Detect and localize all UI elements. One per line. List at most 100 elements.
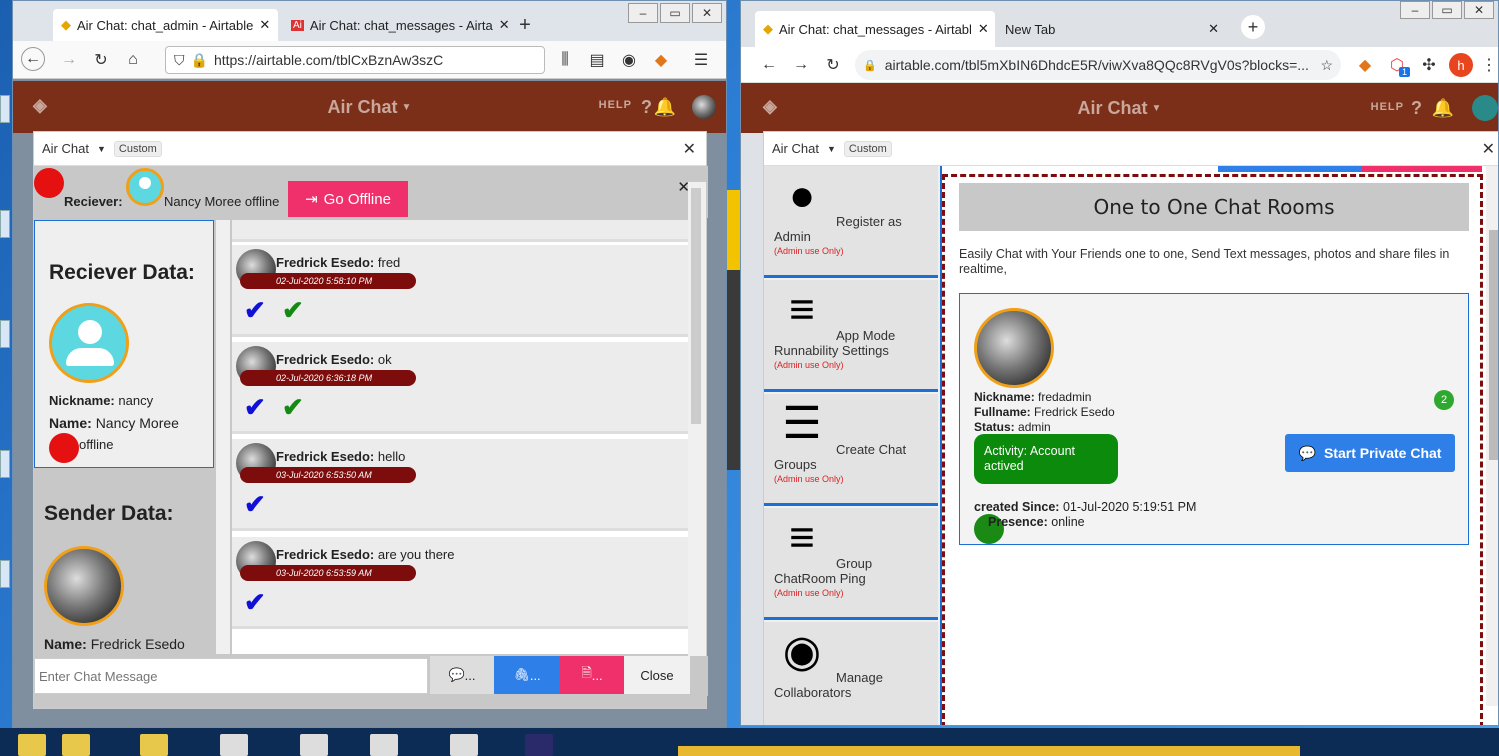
attach-button[interactable]: 🖇... [494,656,560,694]
right-scrollbar[interactable] [688,182,706,658]
left-block-panel: Air Chat ▼ Custom ✕ Reciever: Nancy More… [33,131,708,709]
scrollbar-thumb[interactable] [1489,230,1498,460]
close-block-icon[interactable]: ✕ [1482,139,1495,159]
new-tab-icon[interactable]: + [1241,15,1265,39]
help-link[interactable]: HELP [1371,101,1404,113]
base-title[interactable]: Air Chat [328,97,398,118]
taskbar-folder-icon[interactable] [62,734,90,756]
base-title[interactable]: Air Chat [1078,98,1148,119]
help-link[interactable]: HELP [599,99,632,111]
metamask-icon[interactable]: ◆ [649,48,673,72]
maximize-icon[interactable]: ▭ [660,3,690,23]
send-file-button[interactable]: 🗎... [560,656,624,694]
menu-icon[interactable]: ☰ [689,48,713,72]
taskbar-file-icon[interactable] [370,734,398,756]
address-bar[interactable]: ⛉ 🔒 https://airtable.com/tblCxBznAw3szC [165,46,545,74]
user-avatar[interactable] [1472,95,1498,121]
block-header: Air Chat ▼ Custom ✕ [34,132,706,166]
close-window-icon[interactable]: ✕ [1464,1,1494,19]
desktop-icon[interactable] [0,450,10,478]
address-bar[interactable]: 🔒 airtable.com/tbl5mXbIN6DhdcE5R/viwXva8… [855,50,1341,80]
close-tab-icon[interactable]: ✕ [499,17,508,33]
reload-icon[interactable]: ↻ [89,48,113,72]
comment-icon: 💬 [448,667,465,682]
close-window-icon[interactable]: ✕ [692,3,722,23]
sidebar-item[interactable]: ◉ Manage Collaborators [764,622,938,725]
scrollbar-thumb[interactable] [691,188,701,424]
account-icon[interactable]: ◉ [617,48,641,72]
tab-label: Air Chat: chat_admin - Airtable [77,17,254,33]
tab-chat-messages-active[interactable]: ◆ Air Chat: chat_messages - Airtabl ✕ [755,11,995,47]
kebab-menu-icon[interactable]: ⋮ [1477,53,1498,77]
close-tab-icon[interactable]: ✕ [978,21,989,37]
back-icon[interactable]: ← [757,53,781,77]
logout-icon: ⇥ [305,191,318,208]
chevron-down-icon: ▼ [96,143,106,154]
block-name[interactable]: Air Chat [772,141,819,156]
reload-icon[interactable]: ↻ [821,53,845,77]
message-row: Fredrick Esedo: hello 03-Jul-2020 6:53:50… [232,439,688,531]
taskbar-file-icon[interactable] [450,734,478,756]
tab-chat-messages[interactable]: Ai Air Chat: chat_messages - Airta ✕ [283,9,508,41]
block-name[interactable]: Air Chat [42,141,89,156]
user-presence: Presence: online [988,515,1085,529]
panel-scrollbar[interactable] [1486,166,1498,706]
desktop-icon[interactable] [0,320,10,348]
star-icon[interactable]: ☆ [1320,57,1333,74]
help-icon[interactable]: ? [641,97,652,118]
airtable-logo-icon: ◆ [61,17,71,32]
user-avatar[interactable] [692,95,716,119]
sidebar-item-note: (Admin use Only) [774,246,844,256]
airtable-home-icon[interactable]: ◈ [763,96,777,117]
help-icon[interactable]: ? [1411,98,1422,119]
taskbar-file-icon[interactable] [220,734,248,756]
url-text: airtable.com/tbl5mXbIN6DhdcE5R/viwXva8QQ… [884,57,1309,73]
home-icon[interactable]: ⌂ [121,48,145,72]
minimize-icon[interactable]: – [1400,1,1430,19]
file-icon: 🗎 [581,665,592,680]
close-block-icon[interactable]: ✕ [683,139,696,159]
desktop-icon[interactable] [0,560,10,588]
sidebar-item-label: Runnability Settings [774,343,889,358]
airtable-home-icon[interactable]: ◈ [33,95,47,116]
back-icon[interactable]: ← [21,47,45,71]
new-tab-icon[interactable]: + [513,13,537,37]
taskbar-app-icon[interactable] [525,734,553,756]
sidebar-item-label: Groups [774,457,817,472]
maximize-icon[interactable]: ▭ [1432,1,1462,19]
close-tab-icon[interactable]: ✕ [1208,21,1219,37]
sender-avatar [44,546,124,626]
bell-icon[interactable]: 🔔 [1432,98,1454,119]
sidebar-item[interactable]: ≡ Group ChatRoom Ping (Admin use Only) [764,508,938,620]
close-button[interactable]: Close [624,656,690,694]
taskbar-folder-icon[interactable] [18,734,46,756]
sidebar-item[interactable]: ☰ Create Chat Groups (Admin use Only) [764,394,938,506]
left-scrollbar[interactable] [216,220,230,654]
desktop-icon[interactable] [0,210,10,238]
tab-new-tab[interactable]: New Tab ✕ [997,11,1227,47]
receiver-avatar [126,168,164,206]
start-private-chat-button[interactable]: 💬 Start Private Chat [1285,434,1455,472]
forward-icon[interactable]: → [57,48,81,72]
bell-icon[interactable]: 🔔 [654,97,676,118]
profile-avatar[interactable]: h [1449,53,1473,77]
go-offline-button[interactable]: ⇥ Go Offline [288,181,408,217]
forward-icon[interactable]: → [789,53,813,77]
sidebar-item[interactable]: ● Register as Admin (Admin use Only) [764,166,938,278]
send-message-button[interactable]: 💬... [430,656,494,694]
tab-chat-admin[interactable]: ◆ Air Chat: chat_admin - Airtable ✕ [53,9,278,41]
sidebar-icon[interactable]: ▤ [585,48,609,72]
taskbar-folder-icon[interactable] [140,734,168,756]
metamask-icon[interactable]: ◆ [1353,53,1377,77]
sidebar-item-label: App Mode [836,328,896,343]
left-tabstrip: – ▭ ✕ ◆ Air Chat: chat_admin - Airtable … [13,1,726,41]
close-tab-icon[interactable]: ✕ [259,17,270,33]
desktop-icon[interactable] [0,95,10,123]
taskbar-file-icon[interactable] [300,734,328,756]
chat-message-input[interactable] [34,658,428,694]
library-icon[interactable]: ⫼ [553,48,577,72]
right-nav-bar: ← → ↻ 🔒 airtable.com/tbl5mXbIN6DhdcE5R/v… [741,47,1498,83]
minimize-icon[interactable]: – [628,3,658,23]
sidebar-item[interactable]: ≡ App Mode Runnability Settings (Admin use … [764,280,938,392]
puzzle-icon[interactable]: ✣ [1417,53,1441,77]
